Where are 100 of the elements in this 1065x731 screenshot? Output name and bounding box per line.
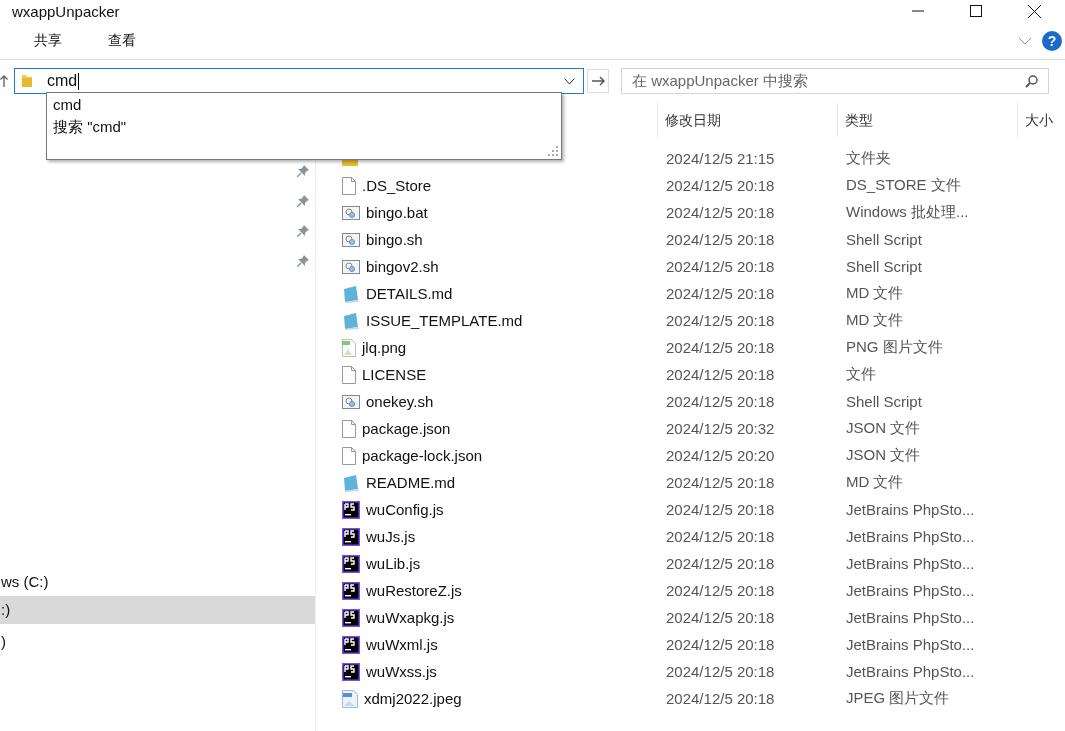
file-row[interactable]: wuRestoreZ.js 2024/12/5 20:18 JetBrains PhpSto... [316,577,1065,604]
file-name: README.md [366,474,456,491]
file-name: jlq.png [362,339,407,356]
maximize-icon[interactable] [970,5,982,17]
file-name: wuWxml.js [366,636,438,653]
file-row[interactable]: onekey.sh 2024/12/5 20:18 Shell Script [316,388,1065,415]
sidebar-item[interactable]: ws (C:) [0,568,315,596]
file-type: JetBrains PhpSto... [846,636,975,653]
phpstorm-icon [342,635,360,654]
modified-date: 2024/12/5 20:18 [666,339,776,356]
column-header[interactable]: 类型 [837,103,1017,137]
phpstorm-icon [342,662,360,681]
file-icon [342,446,356,465]
script-file-icon [342,394,360,409]
phpstorm-icon [342,527,360,546]
file-type: DS_STORE 文件 [846,176,961,195]
script-file-icon [342,205,360,220]
file-row[interactable]: package-lock.json 2024/12/5 20:20 JSON 文件 [316,442,1065,469]
modified-date: 2024/12/5 20:18 [666,528,776,545]
file-row[interactable]: bingo.sh 2024/12/5 20:18 Shell Script [316,226,1065,253]
phpstorm-icon [342,554,360,573]
file-type: 文件 [846,365,876,384]
suggestion-item[interactable]: 搜索 "cmd" [53,116,127,138]
phpstorm-icon [342,608,360,627]
file-type: MD 文件 [846,473,904,492]
file-type: JPEG 图片文件 [846,689,950,708]
pin-icon[interactable] [297,225,309,237]
sidebar-item[interactable]: :) [0,596,315,624]
file-type: JetBrains PhpSto... [846,582,975,599]
file-type: Windows 批处理... [846,203,969,222]
resize-grip-icon[interactable] [548,146,558,156]
modified-date: 2024/12/5 20:18 [666,636,776,653]
file-name: package-lock.json [362,447,483,464]
folder-icon [21,74,33,88]
file-row[interactable]: wuWxapkg.js 2024/12/5 20:18 JetBrains PhpSto... [316,604,1065,631]
script-file-icon [342,259,360,274]
up-arrow-icon[interactable] [0,75,8,87]
window-title: wxappUnpacker [12,3,120,20]
file-name: bingo.sh [366,231,423,248]
ribbon-tab[interactable]: 共享 [20,27,76,54]
modified-date: 2024/12/5 20:18 [666,690,776,707]
column-header[interactable]: 大小 [1017,103,1065,137]
script-file-icon [342,232,360,247]
file-row[interactable]: bingov2.sh 2024/12/5 20:18 Shell Script [316,253,1065,280]
file-row[interactable]: wuJs.js 2024/12/5 20:18 JetBrains PhpSto... [316,523,1065,550]
file-type: Shell Script [846,258,922,275]
search-field[interactable]: 在 wxappUnpacker 中搜索 [621,68,1049,94]
file-row[interactable]: wuWxml.js 2024/12/5 20:18 JetBrains PhpSto... [316,631,1065,658]
file-name: onekey.sh [366,393,434,410]
help-button[interactable]: ? [1042,30,1062,51]
phpstorm-icon [342,500,360,519]
file-name: bingo.bat [366,204,428,221]
pin-icon[interactable] [297,165,309,177]
file-type: Shell Script [846,231,922,248]
file-row[interactable]: bingo.bat 2024/12/5 20:18 Windows 批处理... [316,199,1065,226]
chevron-down-icon[interactable] [1018,36,1032,45]
search-icon [1025,74,1038,88]
right-arrow-icon [591,76,605,86]
file-name: wuLib.js [366,555,421,572]
file-icon [342,365,356,384]
file-type: JetBrains PhpSto... [846,663,975,680]
column-header[interactable]: 修改日期 [657,103,837,137]
modified-date: 2024/12/5 20:18 [666,204,776,221]
file-row[interactable]: wuLib.js 2024/12/5 20:18 JetBrains PhpSto... [316,550,1065,577]
notepad-icon [342,473,360,492]
file-name: xdmj2022.jpeg [364,690,462,707]
sidebar-item[interactable]: ) [0,628,315,656]
file-row[interactable]: wuConfig.js 2024/12/5 20:18 JetBrains PhpSto... [316,496,1065,523]
image-file-icon [342,689,358,708]
pin-icon[interactable] [297,255,309,267]
phpstorm-icon [342,581,360,600]
file-row[interactable]: jlq.png 2024/12/5 20:18 PNG 图片文件 [316,334,1065,361]
modified-date: 2024/12/5 20:18 [666,366,776,383]
file-type: MD 文件 [846,284,904,303]
file-name: ISSUE_TEMPLATE.md [366,312,523,329]
file-row[interactable]: LICENSE 2024/12/5 20:18 文件 [316,361,1065,388]
file-name: wuJs.js [366,528,416,545]
modified-date: 2024/12/5 20:18 [666,231,776,248]
file-row[interactable]: wuWxss.js 2024/12/5 20:18 JetBrains PhpSto... [316,658,1065,685]
modified-date: 2024/12/5 20:18 [666,609,776,626]
modified-date: 2024/12/5 20:18 [666,177,776,194]
pin-icon[interactable] [297,195,309,207]
file-row[interactable]: README.md 2024/12/5 20:18 MD 文件 [316,469,1065,496]
file-type: JSON 文件 [846,446,921,465]
suggestion-item[interactable]: cmd [53,94,82,116]
file-row[interactable]: DETAILS.md 2024/12/5 20:18 MD 文件 [316,280,1065,307]
file-row[interactable]: .DS_Store 2024/12/5 20:18 DS_STORE 文件 [316,172,1065,199]
modified-date: 2024/12/5 21:15 [666,150,776,167]
file-row[interactable]: package.json 2024/12/5 20:32 JSON 文件 [316,415,1065,442]
file-name: wuWxss.js [366,663,437,680]
file-type: PNG 图片文件 [846,338,943,357]
file-row[interactable]: xdmj2022.jpeg 2024/12/5 20:18 JPEG 图片文件 [316,685,1065,712]
go-button[interactable] [587,69,609,93]
file-type: JetBrains PhpSto... [846,555,975,572]
file-name: .DS_Store [362,177,432,194]
file-row[interactable]: ISSUE_TEMPLATE.md 2024/12/5 20:18 MD 文件 [316,307,1065,334]
modified-date: 2024/12/5 20:18 [666,555,776,572]
close-icon[interactable] [1028,4,1041,18]
ribbon-tab[interactable]: 查看 [94,27,150,54]
file-type: JetBrains PhpSto... [846,501,975,518]
